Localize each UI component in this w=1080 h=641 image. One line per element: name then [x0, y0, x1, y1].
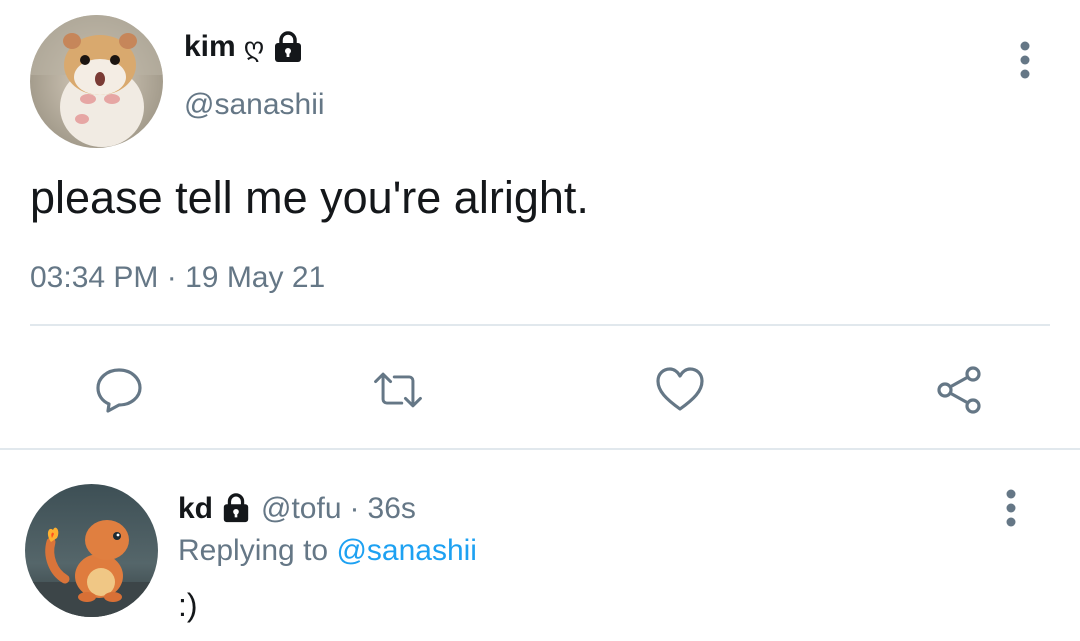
reply-time-separator: ·: [349, 492, 360, 525]
reply-author-name[interactable]: kd: [178, 490, 213, 528]
tweet-time: 03:34 PM: [30, 261, 159, 294]
section-divider: [0, 448, 1080, 450]
author-handle[interactable]: @sanashii: [184, 86, 325, 124]
reply-text: :): [178, 587, 198, 623]
more-vertical-icon: [1006, 489, 1016, 527]
charmander-avatar-icon: [25, 484, 158, 617]
hamster-avatar-icon: [30, 15, 163, 148]
reply-author-avatar[interactable]: [25, 484, 158, 617]
replying-to-line: Replying to @sanashii: [178, 532, 477, 570]
reply-timestamp[interactable]: 36s: [368, 490, 416, 528]
more-vertical-icon: [1020, 41, 1030, 79]
author-avatar[interactable]: [30, 15, 163, 148]
author-name: kim: [184, 30, 236, 63]
heart-icon: [656, 367, 704, 411]
action-bar: [0, 326, 1080, 448]
time-separator: ·: [166, 261, 177, 294]
like-button[interactable]: [652, 362, 708, 418]
author-name-emoji: ღ: [243, 32, 265, 62]
reply-icon: [96, 368, 142, 413]
retweet-icon: [374, 372, 422, 408]
replying-to-label: Replying to: [178, 534, 329, 567]
share-icon: [937, 366, 981, 414]
retweet-button[interactable]: [370, 362, 426, 418]
tweet-date: 19 May 21: [185, 261, 326, 294]
replying-to-link[interactable]: @sanashii: [336, 534, 477, 567]
more-options-button[interactable]: [1010, 35, 1040, 85]
author-name-row: kim ღ: [184, 28, 304, 66]
reply-more-options-button[interactable]: [996, 483, 1026, 533]
reply-button[interactable]: [91, 362, 147, 418]
tweet-timestamp[interactable]: 03:34 PM · 19 May 21: [30, 260, 325, 296]
main-tweet-header: kim ღ @sanashii: [0, 0, 1080, 160]
share-button[interactable]: [931, 362, 987, 418]
protected-lock-icon: [272, 30, 304, 64]
protected-lock-icon: [221, 492, 253, 526]
reply-author-handle[interactable]: @tofu: [261, 490, 342, 528]
tweet-text: please tell me you're alright.: [30, 172, 589, 223]
reply-header: kd @tofu · 36s: [178, 490, 416, 528]
